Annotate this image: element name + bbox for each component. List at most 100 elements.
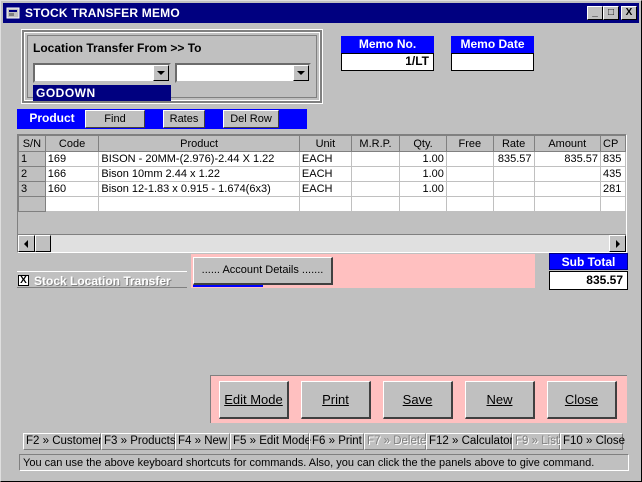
new-label: New xyxy=(486,392,513,407)
cell-free[interactable] xyxy=(445,166,494,182)
cell-code[interactable]: 160 xyxy=(44,181,100,197)
col-header-cp: CP xyxy=(600,135,626,152)
rates-button[interactable]: Rates xyxy=(163,110,205,128)
print-button[interactable]: Print xyxy=(301,381,371,419)
horizontal-scrollbar[interactable] xyxy=(18,235,626,252)
shortcut-print[interactable]: F6 » Print xyxy=(309,433,364,450)
cell-mrp[interactable] xyxy=(350,181,401,197)
minimize-button[interactable]: _ xyxy=(587,6,603,20)
checkbox-check-icon[interactable]: X xyxy=(18,275,29,286)
cell-mrp[interactable] xyxy=(350,151,401,167)
cell-mrp[interactable] xyxy=(350,196,401,212)
cell-rate[interactable]: 835.57 xyxy=(492,151,535,167)
col-header-unit: Unit xyxy=(298,135,352,152)
cell-code[interactable]: 169 xyxy=(44,151,100,167)
shortcut-new[interactable]: F4 » New xyxy=(175,433,230,450)
cell-code[interactable]: 166 xyxy=(44,166,100,182)
memo-no-field[interactable]: 1/LT xyxy=(341,53,434,71)
subtotal-value: 835.57 xyxy=(549,271,628,290)
cell-product[interactable]: Bison 12-1.83 x 0.915 - 1.674(6x3) xyxy=(98,181,300,197)
cell-qty[interactable]: 1.00 xyxy=(399,151,447,167)
cell-sn: 2 xyxy=(18,166,46,182)
table-row[interactable]: 2 166 Bison 10mm 2.44 x 1.22 EACH 1.00 4… xyxy=(18,166,626,182)
cell-free[interactable] xyxy=(445,181,494,197)
cell-unit[interactable]: EACH xyxy=(298,151,352,167)
subtotal-label: Sub Total xyxy=(549,253,628,270)
actions-panel: Edit Mode Print Save New Close xyxy=(208,373,629,425)
scroll-left-icon[interactable] xyxy=(18,235,35,252)
table-row-empty[interactable] xyxy=(18,196,626,212)
save-button[interactable]: Save xyxy=(383,381,453,419)
col-header-amount: Amount xyxy=(533,135,602,152)
cell-qty[interactable]: 1.00 xyxy=(399,181,447,197)
cell-product[interactable] xyxy=(98,196,300,212)
maximize-button[interactable]: □ xyxy=(603,6,619,20)
cell-unit[interactable]: EACH xyxy=(298,181,352,197)
cell-code[interactable] xyxy=(44,196,100,212)
cell-sn: 3 xyxy=(18,181,46,197)
cell-rate[interactable] xyxy=(492,166,535,182)
cell-cp[interactable]: 281 xyxy=(600,181,626,197)
chevron-down-icon[interactable] xyxy=(153,65,169,81)
scroll-right-icon[interactable] xyxy=(609,235,626,252)
shortcut-edit-mode[interactable]: F5 » Edit Mode xyxy=(230,433,311,450)
close-label: Close xyxy=(564,392,599,407)
cell-sn: 1 xyxy=(18,151,46,167)
cell-amount[interactable]: 835.57 xyxy=(533,151,602,167)
cell-amount[interactable] xyxy=(533,181,602,197)
cell-qty[interactable]: 1.00 xyxy=(399,166,447,182)
cell-unit[interactable] xyxy=(298,196,352,212)
memo-date-label: Memo Date xyxy=(451,36,534,53)
selected-location[interactable]: GODOWN xyxy=(33,85,171,101)
col-header-rate: Rate xyxy=(492,135,535,152)
cell-unit[interactable]: EACH xyxy=(298,166,352,182)
shortcut-list: F9 » List xyxy=(512,433,560,450)
title-bar[interactable]: STOCK TRANSFER MEMO _ □ X xyxy=(3,3,639,23)
main-window: STOCK TRANSFER MEMO _ □ X Location Trans… xyxy=(0,0,642,482)
cell-rate[interactable] xyxy=(492,181,535,197)
table-row[interactable]: 3 160 Bison 12-1.83 x 0.915 - 1.674(6x3)… xyxy=(18,181,626,197)
new-button[interactable]: New xyxy=(465,381,535,419)
tab-product[interactable]: Product xyxy=(19,110,85,128)
from-location-combo[interactable] xyxy=(33,63,171,83)
cell-qty[interactable] xyxy=(399,196,447,212)
cell-amount[interactable] xyxy=(533,196,602,212)
location-transfer-label: Location Transfer From >> To xyxy=(33,41,202,55)
del-row-button[interactable]: Del Row xyxy=(223,110,279,128)
stock-location-transfer-checkbox[interactable]: X Stock Location Transfer xyxy=(17,271,187,288)
cell-free[interactable] xyxy=(445,196,494,212)
account-details-panel: ...... Account Details ....... xyxy=(191,254,535,288)
find-button[interactable]: Find xyxy=(85,110,145,128)
cell-product[interactable]: Bison 10mm 2.44 x 1.22 xyxy=(98,166,300,182)
cell-amount[interactable] xyxy=(533,166,602,182)
memo-no-label: Memo No. xyxy=(341,36,434,53)
shortcut-bar: F2 » Customer F3 » Products F4 » New F5 … xyxy=(23,432,625,451)
table-row[interactable]: 1 169 BISON - 20MM-(2.976)-2.44 X 1.22 E… xyxy=(18,151,626,167)
cell-cp[interactable] xyxy=(600,196,626,212)
cell-free[interactable] xyxy=(445,151,494,167)
to-location-combo[interactable] xyxy=(175,63,311,83)
table-header-row: S/N Code Product Unit M.R.P. Qty. Free R… xyxy=(18,135,626,152)
location-transfer-panel: Location Transfer From >> To GODOWN xyxy=(22,30,322,103)
cell-mrp[interactable] xyxy=(350,166,401,182)
product-table: S/N Code Product Unit M.R.P. Qty. Free R… xyxy=(18,135,626,212)
edit-mode-button[interactable]: Edit Mode xyxy=(219,381,289,419)
shortcut-close[interactable]: F10 » Close xyxy=(560,433,625,450)
scroll-thumb[interactable] xyxy=(35,235,51,252)
close-button[interactable]: Close xyxy=(547,381,617,419)
close-window-button[interactable]: X xyxy=(621,6,637,20)
product-grid[interactable]: S/N Code Product Unit M.R.P. Qty. Free R… xyxy=(17,134,627,253)
cell-product[interactable]: BISON - 20MM-(2.976)-2.44 X 1.22 xyxy=(98,151,300,167)
cell-cp[interactable]: 435 xyxy=(600,166,626,182)
shortcut-customer[interactable]: F2 » Customer xyxy=(23,433,102,450)
account-underline xyxy=(193,285,263,287)
cell-cp[interactable]: 835 xyxy=(600,151,626,167)
cell-rate[interactable] xyxy=(492,196,535,212)
shortcut-calculator[interactable]: F12 » Calculator xyxy=(426,433,513,450)
memo-date-field[interactable] xyxy=(451,53,534,71)
shortcut-products[interactable]: F3 » Products xyxy=(101,433,176,450)
account-details-button[interactable]: ...... Account Details ....... xyxy=(193,257,333,285)
status-bar: You can use the above keyboard shortcuts… xyxy=(19,454,629,471)
chevron-down-icon[interactable] xyxy=(293,65,309,81)
window-title: STOCK TRANSFER MEMO xyxy=(25,6,180,20)
